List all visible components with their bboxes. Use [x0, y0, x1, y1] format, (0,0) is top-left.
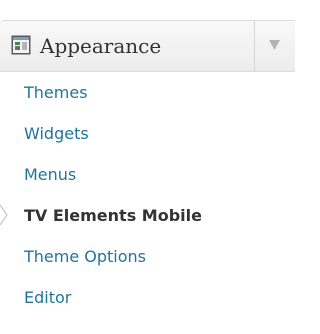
submenu-item-label: TV Elements Mobile	[24, 206, 202, 225]
menu-title: Appearance	[40, 34, 162, 58]
submenu-item-menus[interactable]: Menus	[0, 154, 295, 195]
submenu-item-label: Editor	[24, 288, 72, 307]
appearance-submenu: Themes Widgets Menus TV Elements Mobile …	[0, 72, 295, 318]
submenu-item-theme-options[interactable]: Theme Options	[0, 236, 295, 277]
current-page-arrow-icon	[0, 205, 8, 225]
submenu-item-label: Themes	[24, 83, 88, 102]
submenu-item-label: Theme Options	[24, 247, 147, 266]
appearance-icon	[11, 35, 31, 55]
dropdown-arrow-icon	[269, 40, 280, 50]
submenu-item-editor[interactable]: Editor	[0, 277, 295, 318]
submenu-item-label: Widgets	[24, 124, 89, 143]
submenu-item-widgets[interactable]: Widgets	[0, 113, 295, 154]
submenu-item-tv-elements-mobile[interactable]: TV Elements Mobile	[0, 195, 295, 236]
submenu-item-label: Menus	[24, 165, 77, 184]
menu-toggle-button[interactable]	[255, 21, 295, 71]
appearance-menu-header[interactable]: Appearance	[0, 20, 295, 72]
submenu-item-themes[interactable]: Themes	[0, 72, 295, 113]
